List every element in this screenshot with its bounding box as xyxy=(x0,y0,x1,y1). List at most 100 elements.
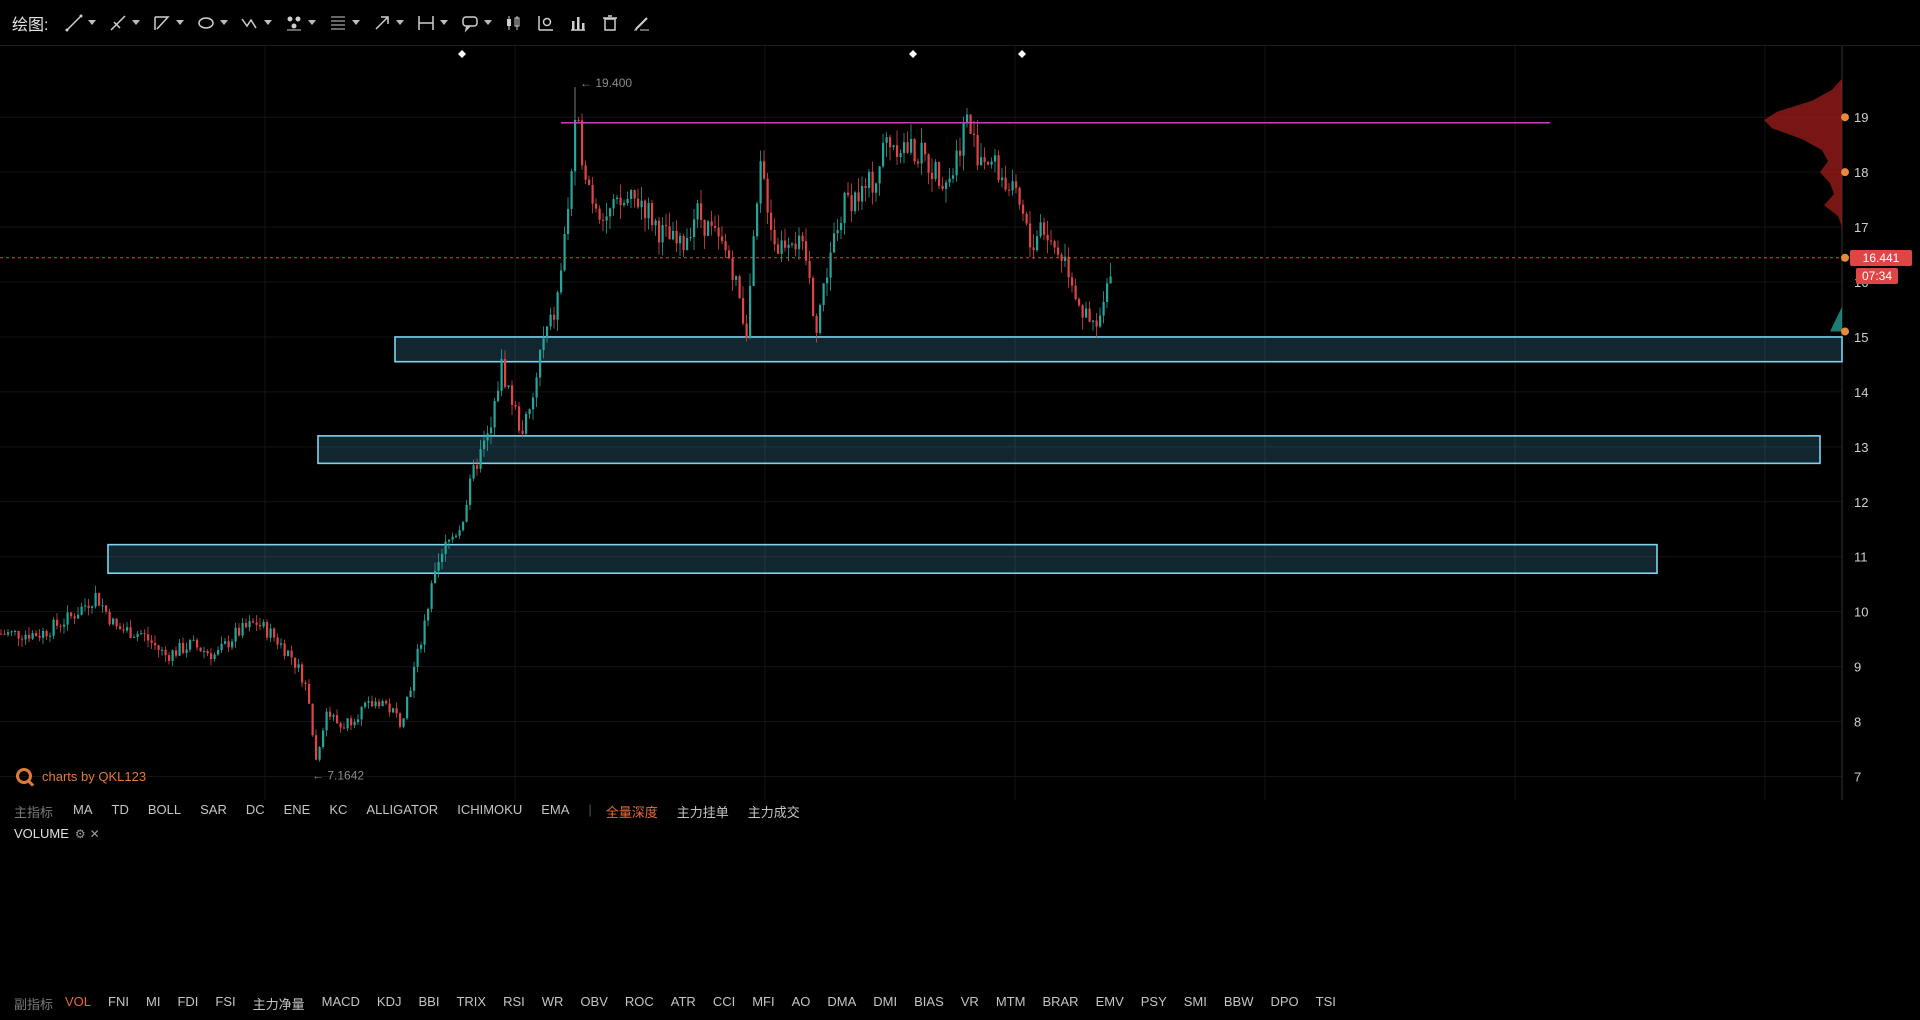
candle-body xyxy=(35,632,38,636)
chevron-down-icon[interactable] xyxy=(264,20,273,25)
sub-indicator-25[interactable]: PSY xyxy=(1141,994,1167,1013)
sub-indicator-5[interactable]: 主力净量 xyxy=(253,994,305,1013)
chevron-down-icon[interactable] xyxy=(308,20,317,25)
candle-toggle-button[interactable] xyxy=(504,13,524,33)
sub-indicator-9[interactable]: TRIX xyxy=(456,994,486,1013)
chevron-down-icon[interactable] xyxy=(176,20,185,25)
support-zone-1 xyxy=(317,435,1821,465)
candle-body xyxy=(140,633,143,635)
main-indicator-ma[interactable]: MA xyxy=(73,802,93,821)
fib-tool-button[interactable] xyxy=(328,13,361,33)
candle-body xyxy=(525,414,528,434)
main-indicator-extra-2[interactable]: 主力成交 xyxy=(748,802,800,821)
candle-body xyxy=(213,654,216,659)
candle-body xyxy=(1057,247,1060,255)
sub-indicator-8[interactable]: BBI xyxy=(418,994,439,1013)
sub-indicator-22[interactable]: MTM xyxy=(996,994,1026,1013)
main-indicator-ichimoku[interactable]: ICHIMOKU xyxy=(457,802,522,821)
main-indicator-sar[interactable]: SAR xyxy=(200,802,227,821)
candle-body xyxy=(777,244,780,254)
close-icon[interactable]: ✕ xyxy=(90,827,100,841)
sub-indicator-23[interactable]: BRAR xyxy=(1042,994,1078,1013)
sub-indicator-19[interactable]: DMI xyxy=(873,994,897,1013)
candle-body xyxy=(10,631,13,633)
sub-indicator-24[interactable]: EMV xyxy=(1096,994,1124,1013)
indicator-toggle-button[interactable] xyxy=(536,13,556,33)
main-indicator-kc[interactable]: KC xyxy=(329,802,347,821)
sub-indicator-1[interactable]: FNI xyxy=(108,994,129,1013)
candle-body xyxy=(546,326,549,339)
sub-indicator-26[interactable]: SMI xyxy=(1184,994,1207,1013)
sub-indicator-2[interactable]: MI xyxy=(146,994,160,1013)
sub-indicator-28[interactable]: DPO xyxy=(1271,994,1299,1013)
arrow-tool-button[interactable] xyxy=(372,13,405,33)
sub-indicator-12[interactable]: OBV xyxy=(580,994,607,1013)
candle-body xyxy=(609,208,612,217)
chevron-down-icon[interactable] xyxy=(440,20,449,25)
delete-tool-button[interactable] xyxy=(600,13,620,33)
chevron-down-icon[interactable] xyxy=(88,20,97,25)
candle-body xyxy=(364,702,367,707)
sub-indicator-13[interactable]: ROC xyxy=(625,994,654,1013)
sub-indicator-0[interactable]: VOL xyxy=(65,994,91,1013)
sub-indicator-10[interactable]: RSI xyxy=(503,994,525,1013)
sub-indicator-29[interactable]: TSI xyxy=(1316,994,1336,1013)
sub-indicator-15[interactable]: CCI xyxy=(713,994,735,1013)
candle-body xyxy=(427,608,430,621)
pattern-tool-button[interactable] xyxy=(284,13,317,33)
main-indicator-ene[interactable]: ENE xyxy=(284,802,311,821)
candle-body xyxy=(437,562,440,571)
line-tool-button[interactable] xyxy=(64,13,97,33)
price-chart[interactable]: 19181716151413121110987← 19.400← 7.16429… xyxy=(0,46,1920,800)
main-indicator-extra-1[interactable]: 主力挂单 xyxy=(677,802,729,821)
candle-body xyxy=(784,240,787,248)
chevron-down-icon[interactable] xyxy=(132,20,141,25)
candle-body xyxy=(623,203,626,206)
sub-indicator-6[interactable]: MACD xyxy=(322,994,360,1013)
sub-indicator-18[interactable]: DMA xyxy=(827,994,856,1013)
sub-indicator-27[interactable]: BBW xyxy=(1224,994,1254,1013)
sub-indicator-20[interactable]: BIAS xyxy=(914,994,944,1013)
candle-body xyxy=(231,641,234,648)
candle-body xyxy=(1095,320,1098,327)
main-indicator-boll[interactable]: BOLL xyxy=(148,802,181,821)
wave-tool-button[interactable] xyxy=(240,13,273,33)
ray-tool-button[interactable] xyxy=(108,13,141,33)
edit-tool-button[interactable] xyxy=(632,13,652,33)
chevron-down-icon[interactable] xyxy=(396,20,405,25)
candle-body xyxy=(808,260,811,279)
chevron-down-icon[interactable] xyxy=(484,20,493,25)
measure-tool-button[interactable] xyxy=(416,13,449,33)
chevron-down-icon[interactable] xyxy=(220,20,229,25)
candle-body xyxy=(129,627,132,638)
sub-indicator-16[interactable]: MFI xyxy=(752,994,774,1013)
candle-body xyxy=(588,179,591,185)
ellipse-tool-button[interactable] xyxy=(196,13,229,33)
comment-tool-button[interactable] xyxy=(460,13,493,33)
sub-indicator-17[interactable]: AO xyxy=(792,994,811,1013)
polyline-tool-button[interactable] xyxy=(152,13,185,33)
bar-toggle-button[interactable] xyxy=(568,13,588,33)
candle-body xyxy=(514,404,517,407)
arrow-tool-icon xyxy=(375,15,390,30)
main-indicator-dc[interactable]: DC xyxy=(246,802,265,821)
sub-indicator-3[interactable]: FDI xyxy=(177,994,198,1013)
candle-body xyxy=(717,227,720,237)
sub-indicator-21[interactable]: VR xyxy=(961,994,979,1013)
sub-indicator-11[interactable]: WR xyxy=(542,994,564,1013)
gear-icon[interactable]: ⚙ xyxy=(75,827,86,841)
sub-indicator-4[interactable]: FSI xyxy=(215,994,235,1013)
sub-indicator-7[interactable]: KDJ xyxy=(377,994,402,1013)
candle-body xyxy=(952,175,955,179)
chevron-down-icon[interactable] xyxy=(352,20,361,25)
sub-indicator-14[interactable]: ATR xyxy=(671,994,696,1013)
pattern-tool-icon xyxy=(287,16,302,30)
main-indicator-alligator[interactable]: ALLIGATOR xyxy=(366,802,438,821)
candle-body xyxy=(238,627,241,636)
candle-body xyxy=(822,283,825,306)
candle-body xyxy=(21,638,24,640)
main-indicator-td[interactable]: TD xyxy=(112,802,129,821)
main-indicator-ema[interactable]: EMA xyxy=(541,802,569,821)
candlestick-chart-svg[interactable]: 19181716151413121110987← 19.400← 7.16429… xyxy=(0,46,1920,800)
main-indicator-extra-0[interactable]: 全量深度 xyxy=(606,802,658,821)
